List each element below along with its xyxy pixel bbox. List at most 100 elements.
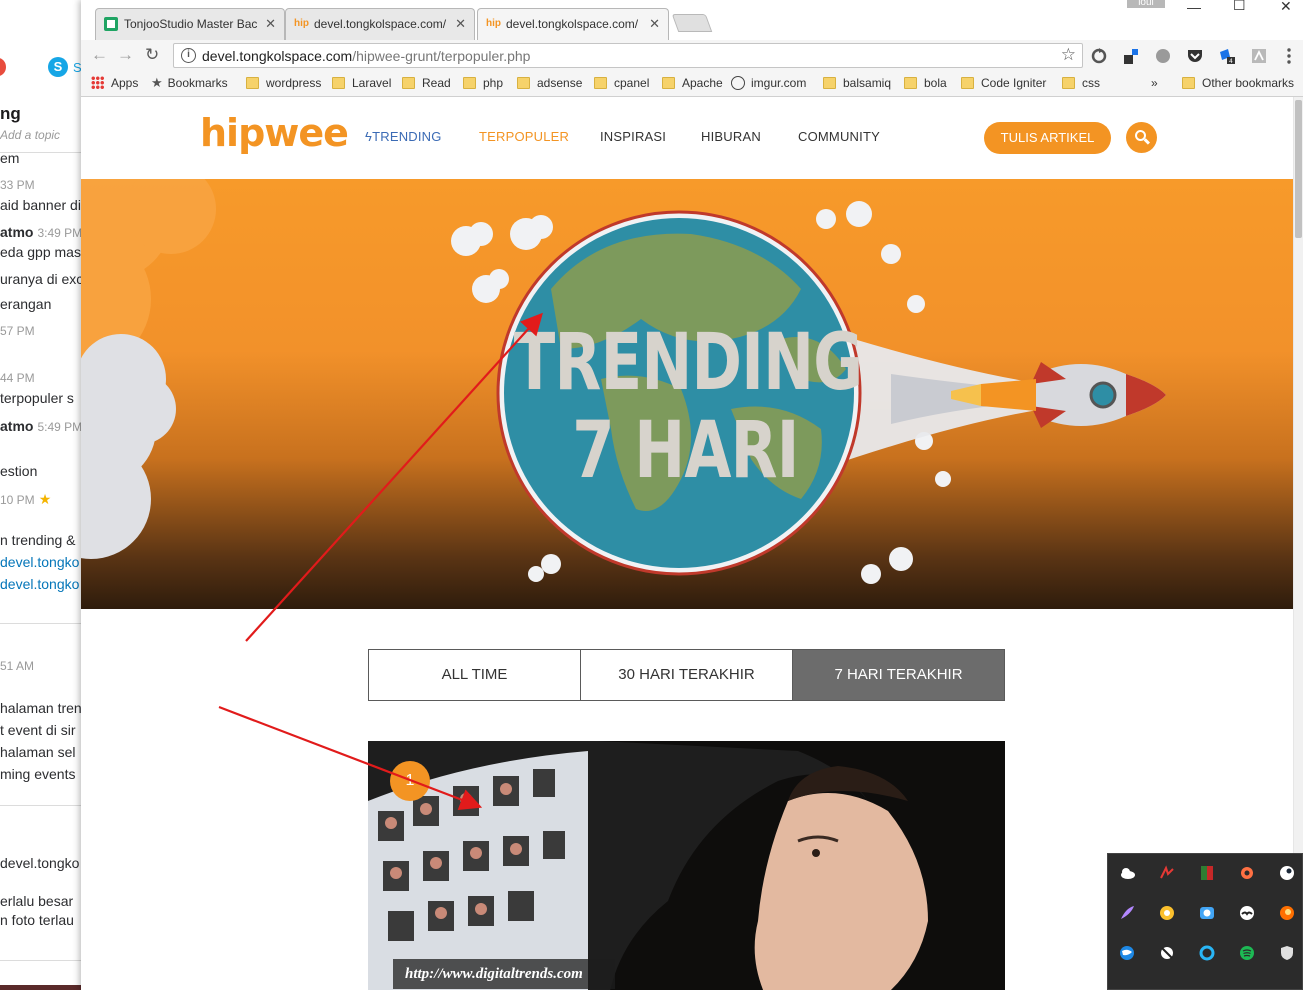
system-tray-overflow	[1107, 853, 1303, 990]
close-icon[interactable]: ✕	[455, 9, 466, 39]
nav-trending[interactable]: ϟTRENDING	[365, 129, 442, 144]
close-icon[interactable]: ✕	[265, 9, 276, 39]
search-button[interactable]	[1126, 122, 1157, 153]
bookmark-item[interactable]: php	[463, 75, 503, 91]
bookmark-item[interactable]: ★ Bookmarks	[151, 75, 228, 91]
info-icon[interactable]: i	[181, 48, 196, 63]
maximize-icon[interactable]: ☐	[1233, 0, 1246, 12]
message-text: devel.tongko	[0, 855, 80, 871]
sheet-icon	[104, 17, 118, 31]
other-bookmarks[interactable]: Other bookmarks	[1182, 75, 1294, 91]
tab-strip: TonjooStudio Master Bac ✕ hip devel.tong…	[81, 0, 1303, 41]
folder-icon	[594, 77, 607, 89]
channel-topic[interactable]: Add a topic	[0, 128, 60, 142]
shield-icon[interactable]	[1278, 944, 1296, 962]
camera-icon[interactable]	[1198, 904, 1216, 922]
folder-icon	[1182, 77, 1195, 89]
bookmark-item[interactable]: bola	[904, 75, 947, 91]
forward-icon[interactable]: →	[117, 45, 134, 65]
bookmark-item[interactable]: wordpress	[246, 75, 321, 91]
steam-icon[interactable]	[1278, 864, 1296, 882]
tab-30-hari[interactable]: 30 HARI TERAKHIR	[581, 650, 793, 700]
bookmark-item[interactable]: Code Igniter	[961, 75, 1046, 91]
bookmark-item[interactable]: cpanel	[594, 75, 649, 91]
apps-icon	[91, 76, 104, 89]
bookmark-item[interactable]: Read	[402, 75, 451, 91]
ring-icon[interactable]	[1198, 944, 1216, 962]
message-timestamp: 3:49 PM	[37, 226, 82, 240]
message-link[interactable]: devel.tongko	[0, 576, 79, 592]
close-icon[interactable]: ✕	[649, 9, 660, 39]
browser-tab[interactable]: hip devel.tongkolspace.com/ ✕	[285, 8, 475, 40]
article-card[interactable]: 1 http://www.digitaltrends.com	[368, 741, 1005, 990]
bookmark-item[interactable]: Laravel	[332, 75, 391, 91]
nav-inspirasi[interactable]: INSPIRASI	[600, 129, 666, 144]
spotify-icon[interactable]	[1238, 944, 1256, 962]
folder-icon	[662, 77, 675, 89]
message-link[interactable]: devel.tongko	[0, 554, 79, 570]
url-text[interactable]: devel.tongkolspace.com/hipwee-grunt/terp…	[202, 48, 530, 64]
browser-tab[interactable]: TonjooStudio Master Bac ✕	[95, 8, 285, 40]
divider	[0, 805, 81, 806]
nav-hiburan[interactable]: HIBURAN	[701, 129, 761, 144]
bookmarks-bar: Apps ★ Bookmarks wordpress Laravel Read php ads…	[81, 70, 1303, 97]
bookmark-item[interactable]: Apps	[91, 75, 138, 91]
nav-terpopuler[interactable]: TERPOPULER	[479, 129, 569, 144]
write-article-button[interactable]: TULIS ARTIKEL	[984, 122, 1111, 154]
close-window-icon[interactable]: ✕	[1280, 0, 1292, 13]
message-timestamp: 44 PM	[0, 371, 35, 385]
bookmark-item[interactable]: adsense	[517, 75, 582, 91]
profile-badge[interactable]: ioul	[1127, 0, 1165, 8]
bookmark-item[interactable]: css	[1062, 75, 1100, 91]
more-bookmarks-button[interactable]: »	[1151, 75, 1158, 91]
folder-icon	[1062, 77, 1075, 89]
message-text: uranya di exc	[0, 271, 82, 287]
meter-icon[interactable]	[1198, 864, 1216, 882]
address-bar[interactable]: i devel.tongkolspace.com/hipwee-grunt/te…	[173, 43, 1083, 68]
extension-circle-icon[interactable]	[1154, 47, 1172, 65]
extension-badge-icon[interactable]: 4	[1218, 47, 1236, 65]
firefox-icon[interactable]	[1278, 904, 1296, 922]
bookmark-item[interactable]: Apache	[662, 75, 723, 91]
star-icon: ★	[151, 75, 163, 90]
globe-icon[interactable]	[1118, 944, 1136, 962]
pdf-icon[interactable]	[1250, 47, 1268, 65]
minimize-icon[interactable]: —	[1187, 0, 1201, 14]
message-timestamp: 10 PM ★	[0, 491, 52, 507]
imgur-icon	[731, 76, 745, 90]
browser-tab-active[interactable]: hip devel.tongkolspace.com/ ✕	[477, 8, 669, 41]
reload-icon[interactable]: ↻	[145, 45, 159, 65]
bookmark-item[interactable]: balsamiq	[823, 75, 891, 91]
scrollbar-thumb[interactable]	[1295, 100, 1302, 238]
onedrive-icon[interactable]	[1118, 864, 1136, 882]
divider	[0, 152, 81, 153]
message-text: eda gpp mas	[0, 244, 81, 260]
pocket-icon[interactable]	[1186, 47, 1204, 65]
menu-icon[interactable]	[1280, 47, 1298, 65]
star-icon[interactable]: ★	[39, 491, 52, 507]
message-text: aid banner di	[0, 197, 81, 213]
bookmark-item[interactable]: imgur.com	[731, 75, 806, 91]
mustache-icon[interactable]	[1238, 904, 1256, 922]
channel-title: ng	[0, 104, 21, 123]
message-text: atmo 5:49 PM	[0, 418, 82, 434]
back-icon[interactable]: ←	[91, 45, 108, 65]
bookmark-star-icon[interactable]: ☆	[1061, 45, 1076, 65]
tab-7-hari[interactable]: 7 HARI TERAKHIR	[793, 650, 1004, 700]
sync-icon[interactable]	[1090, 47, 1108, 65]
location-icon[interactable]	[1238, 864, 1256, 882]
skype-icon[interactable]: S	[48, 57, 68, 77]
eraser-icon[interactable]	[1158, 944, 1176, 962]
extension-squares-icon[interactable]	[1122, 47, 1140, 65]
message-timestamp: 33 PM	[0, 178, 35, 192]
hipwee-logo[interactable]: hipwee	[200, 111, 349, 155]
slack-window: S S ng Add a topic em 33 PM aid banner di a…	[0, 0, 82, 990]
folder-icon	[904, 77, 917, 89]
tab-all-time[interactable]: ALL TIME	[369, 650, 581, 700]
new-tab-button[interactable]	[671, 14, 713, 32]
message-text: erangan	[0, 296, 52, 312]
feather-icon[interactable]	[1118, 904, 1136, 922]
app-red-icon[interactable]	[1158, 864, 1176, 882]
app-yellow-icon[interactable]	[1158, 904, 1176, 922]
nav-community[interactable]: COMMUNITY	[798, 129, 880, 144]
